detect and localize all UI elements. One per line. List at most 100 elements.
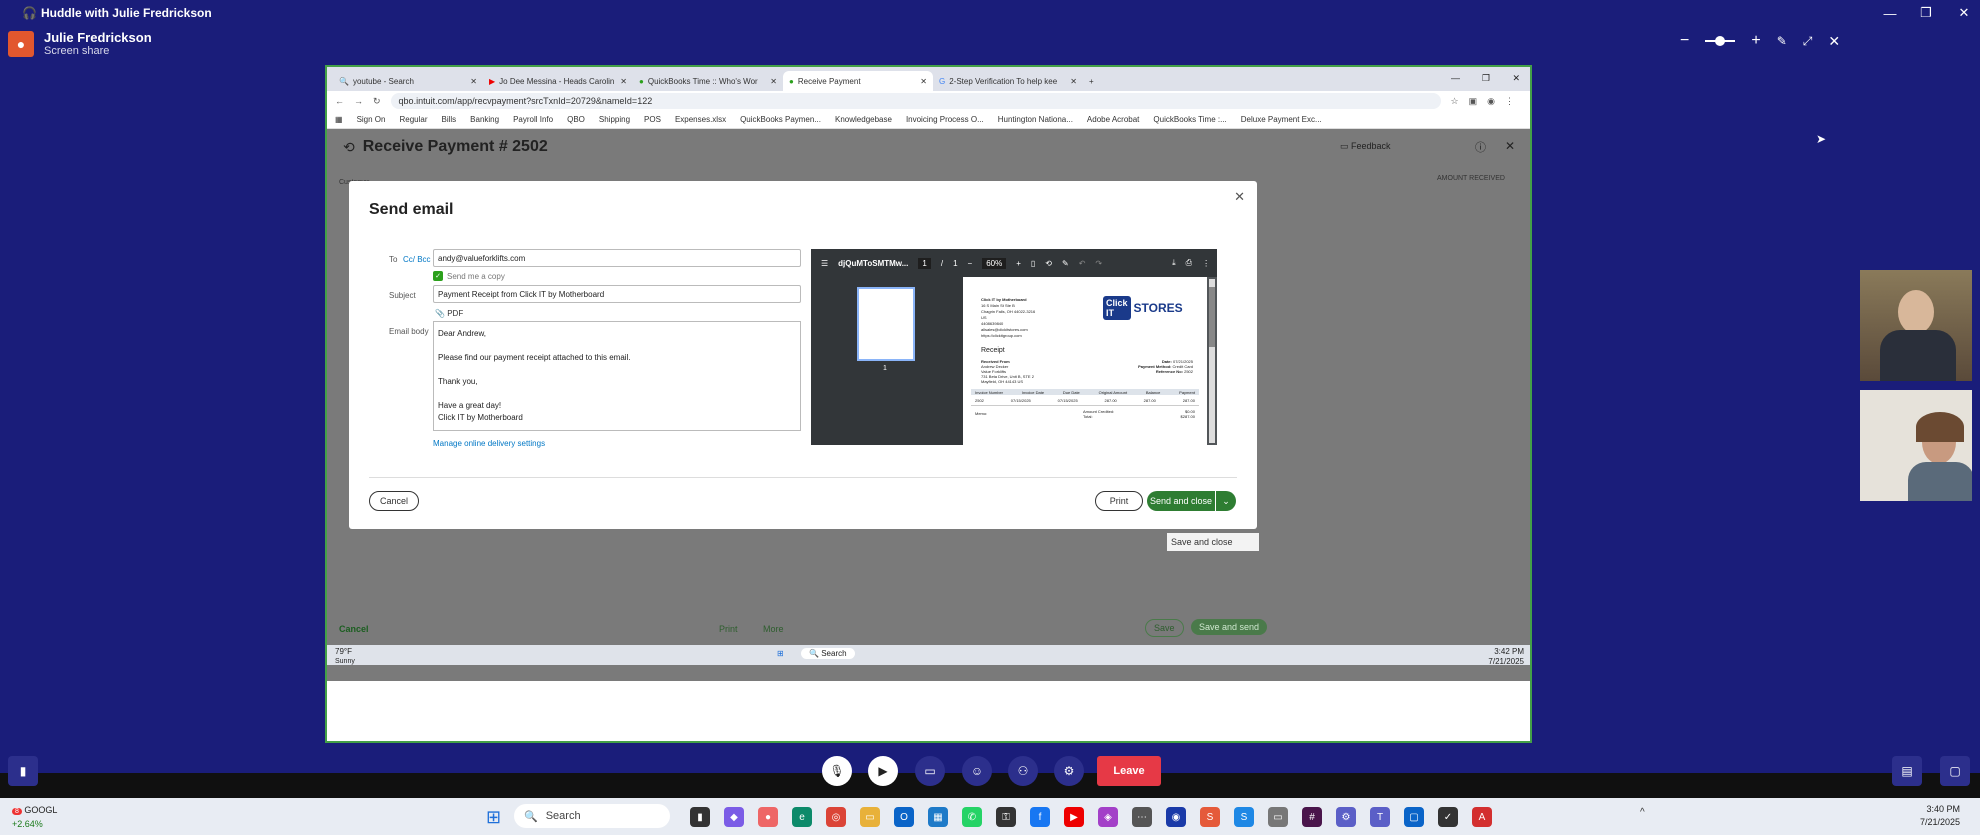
download-icon[interactable]: ⤓	[1172, 258, 1176, 268]
close-tab-icon[interactable]: ✕	[770, 77, 777, 86]
zoom-in-icon[interactable]: +	[1016, 259, 1021, 268]
bookmark-item[interactable]: Knowledgebase	[835, 115, 892, 124]
app-icon[interactable]: ◉	[1166, 807, 1186, 827]
add-person-icon[interactable]: ⚇	[1008, 756, 1038, 786]
close-tab-icon[interactable]: ✕	[620, 77, 627, 86]
slack-icon[interactable]: #	[1302, 807, 1322, 827]
send-copy-checkbox[interactable]: ✓ Send me a copy	[433, 271, 505, 281]
stats-icon[interactable]: ▮	[8, 756, 38, 786]
calendar-icon[interactable]: ▦	[928, 807, 948, 827]
menu-icon[interactable]: ⋮	[1505, 96, 1514, 107]
print-icon[interactable]: ⎙	[1186, 258, 1192, 268]
stock-widget[interactable]: 8 GOOGL +2.64%	[12, 804, 57, 830]
pdf-scrollbar[interactable]	[1209, 279, 1215, 443]
zoom-out-icon[interactable]: −	[1680, 32, 1689, 50]
zoom-value[interactable]: 60%	[982, 257, 1007, 269]
save-button[interactable]: Save	[1145, 619, 1184, 637]
tab-qb-time[interactable]: ● QuickBooks Time :: Who's Wor ✕	[633, 71, 783, 91]
chat-icon[interactable]: ▢	[1940, 756, 1970, 786]
bookmark-item[interactable]: Regular	[399, 115, 427, 124]
bookmark-item[interactable]: Expenses.xlsx	[675, 115, 726, 124]
print-button[interactable]: Print	[719, 624, 738, 634]
start-icon[interactable]: ⊞	[486, 807, 501, 828]
settings-icon[interactable]: ⚙	[1336, 807, 1356, 827]
tab-2step[interactable]: G 2-Step Verification To help kee ✕	[933, 71, 1083, 91]
restore-icon[interactable]: ❐	[1482, 73, 1490, 84]
more-button[interactable]: More	[763, 624, 784, 634]
feedback-button[interactable]: ▭ Feedback	[1340, 141, 1391, 152]
help-icon[interactable]: ⓘ	[1475, 139, 1486, 155]
email-body-field[interactable]: Dear Andrew, Please find our payment rec…	[433, 321, 801, 431]
bookmark-item[interactable]: Huntington Nationa...	[998, 115, 1073, 124]
weather-widget[interactable]: 79°F Sunny	[335, 647, 355, 665]
attachment-pdf[interactable]: 📎 PDF	[435, 309, 463, 318]
undo-icon[interactable]: ↶	[1079, 259, 1086, 268]
video-tile-participant-1[interactable]	[1858, 268, 1974, 383]
tab-youtube[interactable]: 🔍 youtube - Search ✕	[333, 71, 483, 91]
bookmark-item[interactable]: QuickBooks Time :...	[1153, 115, 1226, 124]
zoom-out-icon[interactable]: −	[968, 259, 973, 268]
print-button[interactable]: Print	[1095, 491, 1143, 511]
save-and-close-option[interactable]: Save and close	[1167, 533, 1259, 551]
edge-icon[interactable]: e	[792, 807, 812, 827]
restore-icon[interactable]: ❐	[1906, 0, 1946, 26]
copilot-icon[interactable]: ◆	[724, 807, 744, 827]
app-icon[interactable]: ◈	[1098, 807, 1118, 827]
folder-icon[interactable]: ▭	[860, 807, 880, 827]
star-icon[interactable]: ☆	[1451, 96, 1459, 107]
to-field[interactable]: andy@valueforklifts.com	[433, 249, 801, 267]
bookmark-item[interactable]: Sign On	[357, 115, 386, 124]
history-icon[interactable]: ⟲	[343, 139, 355, 156]
bookmark-item[interactable]: Deluxe Payment Exc...	[1241, 115, 1322, 124]
windows-icon[interactable]: ⊞	[777, 649, 784, 658]
app-icon[interactable]: ▭	[1268, 807, 1288, 827]
close-tab-icon[interactable]: ✕	[1070, 77, 1077, 86]
new-tab-button[interactable]: +	[1083, 71, 1103, 91]
bookmark-item[interactable]: Adobe Acrobat	[1087, 115, 1139, 124]
lock-icon[interactable]: ⚿	[996, 807, 1016, 827]
screen-share-icon[interactable]: ▭	[915, 756, 945, 786]
close-icon[interactable]: ✕	[1505, 139, 1515, 153]
draw-off-icon[interactable]: ✎	[1777, 34, 1787, 48]
bookmark-item[interactable]: Shipping	[599, 115, 630, 124]
cancel-button[interactable]: Cancel	[369, 491, 419, 511]
redo-icon[interactable]: ↷	[1095, 259, 1102, 268]
bookmark-item[interactable]: QBO	[567, 115, 585, 124]
emoji-icon[interactable]: ☺	[962, 756, 992, 786]
facebook-icon[interactable]: f	[1030, 807, 1050, 827]
taskbar-search[interactable]: 🔍 Search	[514, 804, 670, 828]
close-tab-icon[interactable]: ✕	[470, 77, 477, 86]
page-input[interactable]: 1	[918, 257, 931, 269]
chat-icon[interactable]: ▢	[1404, 807, 1424, 827]
youtube-icon[interactable]: ▶	[1064, 807, 1084, 827]
manage-delivery-link[interactable]: Manage online delivery settings	[433, 439, 545, 448]
back-icon[interactable]: ←	[335, 96, 344, 106]
bookmark-item[interactable]: Payroll Info	[513, 115, 553, 124]
outlook-icon[interactable]: O	[894, 807, 914, 827]
rotate-icon[interactable]: ⟲	[1045, 259, 1052, 268]
video-tile-participant-2[interactable]	[1858, 388, 1974, 503]
forward-icon[interactable]: →	[354, 96, 363, 106]
notes-icon[interactable]: ▤	[1892, 756, 1922, 786]
video-camera-icon[interactable]: ▶	[868, 756, 898, 786]
chrome-icon[interactable]: ◎	[826, 807, 846, 827]
cc-bcc-link[interactable]: Cc/ Bcc	[403, 255, 431, 264]
close-icon[interactable]: ✕	[1944, 0, 1980, 26]
app-icon[interactable]: ⋯	[1132, 807, 1152, 827]
url-input[interactable]: qbo.intuit.com/app/recvpayment?srcTxnId=…	[390, 93, 1441, 109]
apps-icon[interactable]: ▦	[335, 115, 343, 124]
app-icon[interactable]: S	[1200, 807, 1220, 827]
search-box[interactable]: 🔍 Search	[801, 648, 855, 659]
fit-page-icon[interactable]: ▯	[1031, 259, 1035, 268]
popout-icon[interactable]: ⤢	[1803, 34, 1813, 49]
more-icon[interactable]: ⋮	[1202, 259, 1210, 268]
chevron-down-icon[interactable]: ⌄	[1216, 491, 1236, 511]
file-explorer-icon[interactable]: ▮	[690, 807, 710, 827]
app-icon[interactable]: S	[1234, 807, 1254, 827]
close-tab-icon[interactable]: ✕	[920, 77, 927, 86]
bookmark-item[interactable]: Banking	[470, 115, 499, 124]
minimize-icon[interactable]: —	[1870, 0, 1910, 26]
bookmark-item[interactable]: POS	[644, 115, 661, 124]
zoom-slider[interactable]	[1705, 36, 1736, 46]
zoom-in-icon[interactable]: +	[1751, 32, 1760, 50]
